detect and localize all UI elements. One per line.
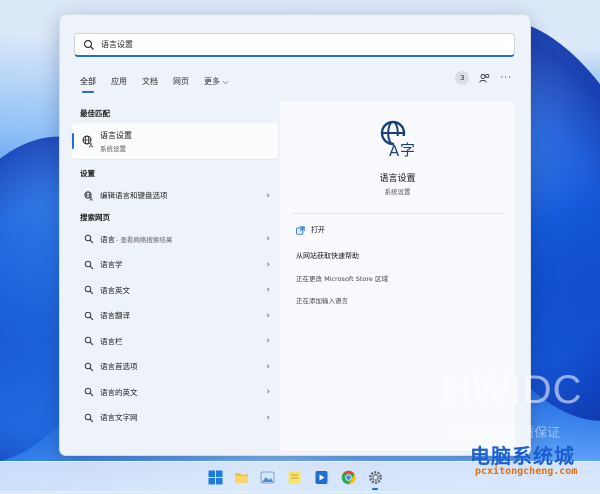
chevron-right-icon: › (266, 310, 270, 321)
watermark-tagline: 至真至诚 品质保证 (452, 426, 561, 441)
tab-web[interactable]: 网页 (173, 76, 189, 87)
web-result-item[interactable]: 语言翻译 › (72, 303, 278, 329)
settings-item-edit-language[interactable]: A 编辑语言和键盘选项 › (72, 183, 278, 209)
web-result-label: 语言的英文 (100, 387, 138, 397)
search-icon (84, 362, 94, 372)
tab-all[interactable]: 全部 (80, 76, 96, 93)
chevron-right-icon: › (266, 234, 270, 245)
best-match-item[interactable]: A 语言设置 系统设置 (72, 123, 278, 159)
chevron-right-icon: › (266, 361, 270, 372)
notes-icon[interactable] (287, 470, 302, 485)
chevron-right-icon: › (266, 387, 270, 398)
language-settings-icon: A 字 (380, 120, 418, 159)
web-result-label: 语言栏 (100, 336, 123, 346)
web-result-item[interactable]: 语言英文 › (72, 278, 278, 304)
search-box[interactable]: 语言设置 (74, 33, 515, 57)
detail-title: 语言设置 (379, 174, 416, 184)
rewards-badge[interactable]: 3 (455, 71, 470, 85)
web-result-label: 语言翻译 (100, 311, 130, 321)
watermark-logo: 电脑系统城 (470, 444, 575, 468)
chevron-right-icon: › (266, 259, 270, 270)
toolbar: 3 ··· (455, 71, 512, 85)
windows-start-icon[interactable] (208, 470, 223, 485)
settings-item-label: 编辑语言和键盘选项 (100, 191, 168, 201)
web-result-label: 语言首选项 (100, 362, 138, 372)
web-result-label: 语言英文 (100, 285, 130, 295)
web-result-item[interactable]: 语言 - 查看网络搜索结果 › (72, 227, 278, 253)
search-icon (84, 413, 94, 423)
chevron-right-icon: › (266, 190, 270, 201)
detail-subtitle: 系统设置 (384, 188, 411, 196)
account-switch-icon[interactable] (479, 73, 490, 84)
web-result-item[interactable]: 语言栏 › (72, 329, 278, 355)
section-best-match: 最佳匹配 (80, 109, 110, 118)
svg-text:字: 字 (400, 141, 415, 159)
web-result-item[interactable]: 语言文字网 › (72, 405, 278, 431)
results-list: 最佳匹配 A 语言设置 系统设置 设置 A 编辑语言和键盘选项 › 搜索网页 语… (72, 105, 278, 431)
divider (292, 213, 503, 214)
open-label: 打开 (311, 226, 325, 234)
open-button[interactable]: 打开 (296, 225, 325, 235)
search-icon (84, 387, 94, 397)
settings-icon[interactable] (368, 470, 383, 485)
language-settings-icon: A (82, 135, 94, 149)
open-external-icon (296, 225, 305, 235)
web-result-label: 语言文字网 (100, 413, 138, 423)
chevron-right-icon: › (266, 412, 270, 423)
media-player-icon[interactable] (314, 470, 329, 485)
best-match-subtitle: 系统设置 (100, 145, 126, 153)
section-web-search: 搜索网页 (80, 212, 110, 222)
help-title: 从网站获取快速帮助 (296, 252, 359, 260)
more-options-button[interactable]: ··· (500, 73, 512, 83)
search-icon (84, 285, 94, 295)
chrome-icon[interactable] (341, 470, 356, 485)
best-match-title: 语言设置 (100, 131, 132, 140)
svg-text:A: A (90, 197, 94, 201)
chevron-right-icon: › (266, 285, 270, 296)
chevron-right-icon: › (266, 336, 270, 347)
web-result-item[interactable]: 语言的英文 › (72, 380, 278, 406)
watermark-url: pcxitongcheng.com (475, 466, 578, 477)
language-icon: A (84, 191, 94, 201)
active-app-indicator (372, 488, 378, 490)
help-link-add-input-language[interactable]: 正在添加输入语言 (296, 295, 348, 305)
search-icon (84, 336, 94, 346)
watermark-brand: HWIDC (442, 368, 583, 412)
photos-icon[interactable] (260, 470, 275, 485)
filter-tabs: 全部 应用 文档 网页 更多 ⌵ (80, 73, 510, 93)
search-input[interactable]: 语言设置 (101, 39, 133, 50)
tab-documents[interactable]: 文档 (142, 76, 158, 87)
tab-more[interactable]: 更多 ⌵ (204, 76, 229, 87)
help-link-store-region[interactable]: 正在更改 Microsoft Store 区域 (296, 273, 388, 283)
web-result-label: 语言 (100, 234, 115, 244)
svg-text:A: A (389, 142, 400, 159)
web-result-item[interactable]: 语言学 › (72, 252, 278, 278)
web-result-item[interactable]: 语言首选项 › (72, 354, 278, 380)
selection-indicator (72, 133, 74, 149)
file-explorer-icon[interactable] (234, 470, 249, 485)
search-icon (84, 234, 94, 244)
search-icon (84, 311, 94, 321)
web-result-label: 语言学 (100, 260, 123, 270)
tab-apps[interactable]: 应用 (111, 76, 127, 87)
search-icon (83, 39, 94, 50)
svg-text:A: A (89, 143, 94, 149)
search-icon (84, 260, 94, 270)
web-result-sublabel: - 查看网络搜索结果 (116, 236, 173, 245)
section-settings: 设置 (80, 169, 95, 178)
